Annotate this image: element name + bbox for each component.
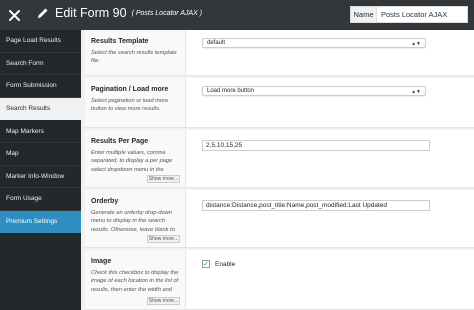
sidebar-item-map[interactable]: Map — [0, 143, 81, 166]
image-enable-toggle[interactable]: ✓ Enable — [202, 260, 235, 268]
setting-description: Check this checkbox to display the image… — [91, 270, 179, 293]
sidebar-item-page-load-results[interactable]: Page Load Results — [0, 30, 81, 53]
setting-row-orderby: Orderby Generate an orderby drop-down me… — [85, 190, 474, 248]
page-title-group: Edit Form 90 ( Posts Locator AJAX ) — [37, 6, 202, 20]
setting-label-column: Results Template Select the search resul… — [85, 30, 186, 75]
checkmark-icon: ✓ — [203, 260, 209, 268]
pagination-select[interactable]: Load more button ▲▼ — [202, 86, 426, 96]
setting-description: Generate an orderby drop-down menu to di… — [91, 210, 175, 233]
page-title: Edit Form 90 — [55, 6, 127, 20]
close-icon — [8, 9, 20, 21]
chevron-up-down-icon: ▲▼ — [411, 41, 421, 47]
show-more-button[interactable]: Show more... — [147, 235, 180, 243]
setting-title: Orderby — [91, 198, 119, 205]
setting-title: Results Per Page — [91, 138, 149, 145]
setting-row-pagination: Pagination / Load more Select pagination… — [85, 78, 474, 128]
sidebar-item-map-markers[interactable]: Map Markers — [0, 120, 81, 143]
chevron-up-down-icon: ▲▼ — [411, 89, 421, 95]
sidebar-item-search-form[interactable]: Search Form — [0, 53, 81, 76]
settings-sidebar: Page Load Results Search Form Form Submi… — [0, 30, 81, 310]
setting-title: Results Template — [91, 38, 149, 45]
close-button[interactable] — [0, 0, 28, 30]
name-input[interactable]: Posts Locator AJAX — [377, 6, 468, 23]
sidebar-item-form-submission[interactable]: Form Submission — [0, 75, 81, 98]
setting-title: Image — [91, 258, 112, 265]
orderby-input[interactable]: distance:Distance,post_title:Name,post_m… — [202, 200, 430, 211]
setting-control-column: distance:Distance,post_title:Name,post_m… — [193, 190, 474, 247]
results-per-page-input[interactable]: 2,5,10,15,25 — [202, 140, 430, 151]
setting-title: Pagination / Load more — [91, 86, 169, 93]
setting-label-column: Image Check this checkbox to display the… — [85, 250, 186, 309]
checkbox-label: Enable — [215, 260, 236, 268]
pencil-icon — [38, 8, 48, 18]
sidebar-item-search-results[interactable]: Search Results — [0, 97, 81, 121]
setting-label-column: Orderby Generate an orderby drop-down me… — [85, 190, 186, 247]
setting-description: Select the search results template file. — [91, 50, 177, 65]
setting-control-column: Load more button ▲▼ — [193, 78, 474, 127]
sidebar-item-marker-info-window[interactable]: Marker Info-Window — [0, 166, 81, 189]
show-more-button[interactable]: Show more... — [147, 175, 180, 183]
image-enable-checkbox[interactable]: ✓ — [202, 260, 210, 268]
select-value: Load more button — [207, 88, 255, 94]
name-label: Name — [350, 6, 377, 23]
select-value: default — [207, 40, 226, 46]
setting-label-column: Results Per Page Enter multiple values, … — [85, 130, 186, 187]
sidebar-item-premium-settings[interactable]: Premium Settings — [0, 210, 81, 234]
top-bar: Edit Form 90 ( Posts Locator AJAX ) Name… — [0, 0, 474, 30]
results-template-select[interactable]: default ▲▼ — [202, 38, 426, 48]
setting-description: Select pagination or load more button to… — [91, 98, 169, 113]
setting-row-image: Image Check this checkbox to display the… — [85, 250, 474, 310]
setting-control-column: ✓ Enable — [193, 250, 474, 309]
show-more-button[interactable]: Show more... — [147, 297, 180, 305]
page-subtitle: ( Posts Locator AJAX ) — [131, 9, 203, 17]
setting-description: Enter multiple values, comma separated, … — [91, 150, 173, 173]
sidebar-item-form-usage[interactable]: Form Usage — [0, 188, 81, 211]
settings-panel: Results Template Select the search resul… — [81, 30, 474, 310]
setting-control-column: 2,5,10,15,25 — [193, 130, 474, 187]
setting-row-results-per-page: Results Per Page Enter multiple values, … — [85, 130, 474, 188]
setting-label-column: Pagination / Load more Select pagination… — [85, 78, 186, 127]
setting-row-results-template: Results Template Select the search resul… — [85, 30, 474, 76]
setting-control-column: default ▲▼ — [193, 30, 474, 75]
